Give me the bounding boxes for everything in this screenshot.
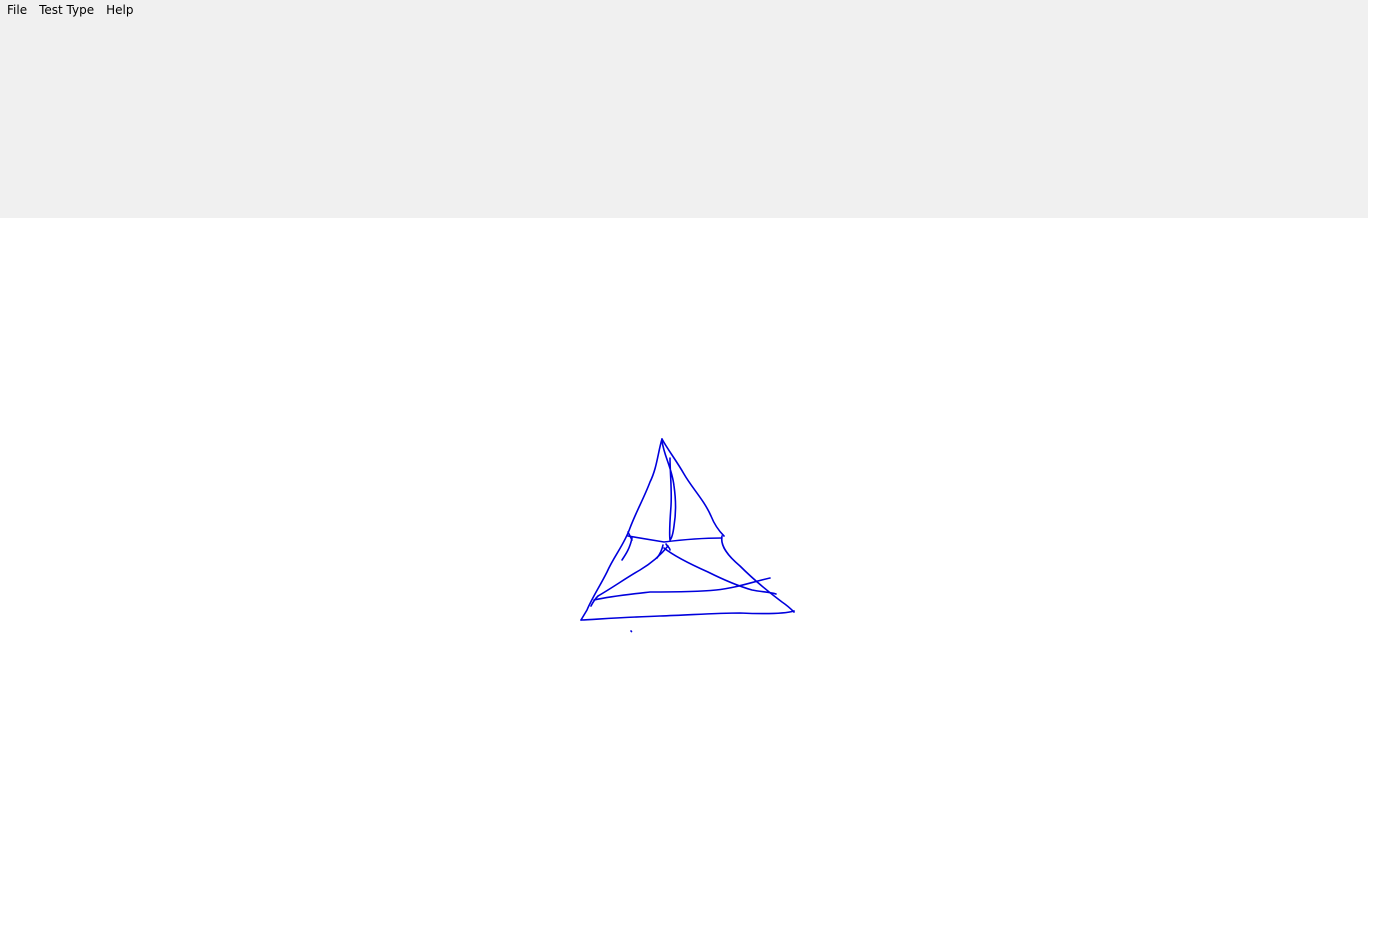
drawing-canvas[interactable] bbox=[0, 218, 1381, 925]
menu-test-type[interactable]: Test Type bbox=[33, 0, 100, 20]
app-window: File Test Type Help bbox=[0, 0, 1381, 925]
top-panel: File Test Type Help bbox=[0, 0, 1368, 218]
menu-bar: File Test Type Help bbox=[0, 0, 139, 20]
menu-file[interactable]: File bbox=[1, 0, 33, 20]
menu-help[interactable]: Help bbox=[100, 0, 139, 20]
